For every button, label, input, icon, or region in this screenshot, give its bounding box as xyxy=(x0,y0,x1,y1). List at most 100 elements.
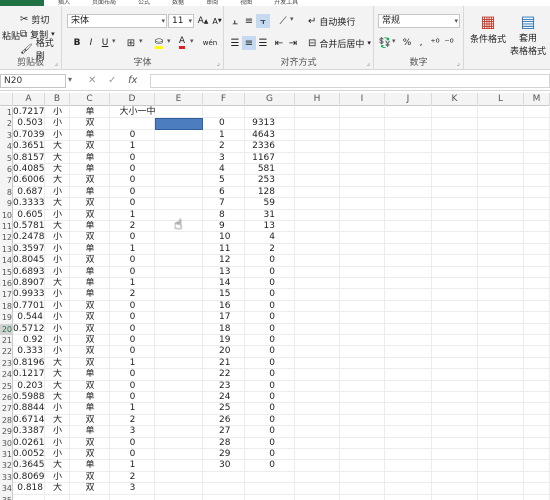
cell-a[interactable]: 0.0052 xyxy=(13,449,45,460)
cell-a[interactable]: 0.92 xyxy=(13,335,45,346)
cell-g[interactable]: 0 xyxy=(245,255,295,266)
cell-g[interactable]: 128 xyxy=(245,187,295,198)
bold-button[interactable]: B xyxy=(70,36,84,50)
cell-c[interactable]: 单 xyxy=(70,244,110,255)
cell-f[interactable]: 18 xyxy=(203,324,245,335)
column-header[interactable]: E xyxy=(155,93,203,106)
cell-b[interactable]: 小 xyxy=(45,324,70,335)
cell-c[interactable]: 双 xyxy=(70,358,110,369)
cell-c[interactable]: 单 xyxy=(70,107,110,118)
cell-g[interactable]: 0 xyxy=(245,289,295,300)
column-header[interactable]: L xyxy=(478,93,524,106)
cell-g[interactable]: 0 xyxy=(245,460,295,471)
cell-b[interactable]: 大 xyxy=(45,175,70,186)
number-format-combo[interactable]: 常规 ▾ xyxy=(378,14,460,28)
cell-f[interactable]: 22 xyxy=(203,369,245,380)
cell-d[interactable]: 0 xyxy=(110,335,155,346)
cell-b[interactable]: 小 xyxy=(45,346,70,357)
cell-b[interactable]: 大 xyxy=(45,221,70,232)
cell-a[interactable]: 0.4085 xyxy=(13,164,45,175)
cell-d[interactable]: 0 xyxy=(110,153,155,164)
header-cell-d1[interactable]: 大小一中 xyxy=(110,107,165,118)
cell-c[interactable]: 单 xyxy=(70,153,110,164)
cell-d[interactable]: 3 xyxy=(110,483,155,494)
font-color-button[interactable]: A xyxy=(175,36,189,50)
cell-b[interactable]: 小 xyxy=(45,210,70,221)
cell-b[interactable]: 大 xyxy=(45,358,70,369)
phonetic-button[interactable]: wén xyxy=(201,36,219,50)
fill-color-button[interactable]: ⛀ xyxy=(152,36,166,50)
cell-g[interactable]: 31 xyxy=(245,210,295,221)
percent-button[interactable]: % xyxy=(400,36,414,50)
cell-f[interactable]: 14 xyxy=(203,278,245,289)
cell-b[interactable]: 小 xyxy=(45,472,70,483)
cell-a[interactable]: 0.6893 xyxy=(13,267,45,278)
cell-f[interactable]: 16 xyxy=(203,301,245,312)
cell-f[interactable]: 24 xyxy=(203,392,245,403)
cell-g[interactable]: 1167 xyxy=(245,153,295,164)
cell-g[interactable]: 0 xyxy=(245,415,295,426)
align-left-button[interactable]: ☰ xyxy=(228,36,242,50)
cell-g[interactable] xyxy=(245,483,295,494)
column-header[interactable]: J xyxy=(385,93,432,106)
cell-d[interactable]: 0 xyxy=(110,232,155,243)
paste-button[interactable]: 粘贴 xyxy=(2,28,20,42)
cell-f[interactable]: 23 xyxy=(203,381,245,392)
cell-f[interactable]: 11 xyxy=(203,244,245,255)
chevron-down-icon[interactable]: ▾ xyxy=(112,37,116,45)
cell-a[interactable]: 0.5712 xyxy=(13,324,45,335)
row-header[interactable]: 23 xyxy=(0,358,13,369)
cell-c[interactable]: 单 xyxy=(70,426,110,437)
decrease-decimal-button[interactable]: ⁻⁰ xyxy=(442,36,456,50)
cell-g[interactable]: 4 xyxy=(245,232,295,243)
cell-a[interactable]: 0.9933 xyxy=(13,289,45,300)
cell-c[interactable]: 单 xyxy=(70,130,110,141)
cell-a[interactable]: 0.3651 xyxy=(13,141,45,152)
row-header[interactable]: 32 xyxy=(0,460,13,471)
cell-d[interactable]: 1 xyxy=(110,141,155,152)
cell-d[interactable]: 0 xyxy=(110,255,155,266)
cell-f[interactable]: 26 xyxy=(203,415,245,426)
cell-f[interactable]: 9 xyxy=(203,221,245,232)
cell-g[interactable]: 0 xyxy=(245,324,295,335)
cell-c[interactable]: 双 xyxy=(70,438,110,449)
cell-g[interactable] xyxy=(245,472,295,483)
align-middle-button[interactable]: ≡ xyxy=(242,14,256,28)
cell-c[interactable]: 双 xyxy=(70,346,110,357)
column-header[interactable]: A xyxy=(13,93,45,106)
font-size-combo[interactable]: 11 ▾ xyxy=(168,14,194,28)
select-all-corner[interactable] xyxy=(0,93,13,106)
cell-g[interactable]: 253 xyxy=(245,175,295,186)
cell-b[interactable]: 大 xyxy=(45,141,70,152)
row-header[interactable]: 1 xyxy=(0,107,13,118)
cell-b[interactable]: 大 xyxy=(45,392,70,403)
cell-a[interactable]: 0.3645 xyxy=(13,460,45,471)
merge-center-button[interactable]: ⊟ 合并后居中 ▾ xyxy=(308,36,371,50)
cell-f[interactable]: 8 xyxy=(203,210,245,221)
cell-d[interactable]: 0 xyxy=(110,301,155,312)
cell-d[interactable]: 2 xyxy=(110,221,155,232)
cell-g[interactable]: 0 xyxy=(245,449,295,460)
cell-f[interactable] xyxy=(203,107,245,118)
cell-g[interactable]: 0 xyxy=(245,346,295,357)
cell-d[interactable] xyxy=(110,118,155,129)
cell-a[interactable]: 0.203 xyxy=(13,381,45,392)
cell-c[interactable]: 双 xyxy=(70,255,110,266)
row-header[interactable]: 30 xyxy=(0,438,13,449)
cell-a[interactable]: 0.5781 xyxy=(13,221,45,232)
align-top-button[interactable]: ⫠ xyxy=(228,14,242,28)
cut-button[interactable]: ✂ 剪切 xyxy=(20,12,49,26)
cell-d[interactable]: 0 xyxy=(110,324,155,335)
cell-g[interactable]: 0 xyxy=(245,403,295,414)
cell-g[interactable]: 0 xyxy=(245,369,295,380)
italic-button[interactable]: I xyxy=(84,36,98,50)
cell-g[interactable]: 581 xyxy=(245,164,295,175)
format-painter-button[interactable]: 🖌 格式刷 xyxy=(20,39,61,62)
cell-f[interactable]: 12 xyxy=(203,255,245,266)
chevron-down-icon[interactable]: ▾ xyxy=(167,37,171,45)
cell-c[interactable]: 单 xyxy=(70,278,110,289)
row-header[interactable]: 21 xyxy=(0,335,13,346)
cell-a[interactable]: 0.2478 xyxy=(13,232,45,243)
cell-a[interactable] xyxy=(13,495,45,500)
cell-g[interactable]: 0 xyxy=(245,335,295,346)
